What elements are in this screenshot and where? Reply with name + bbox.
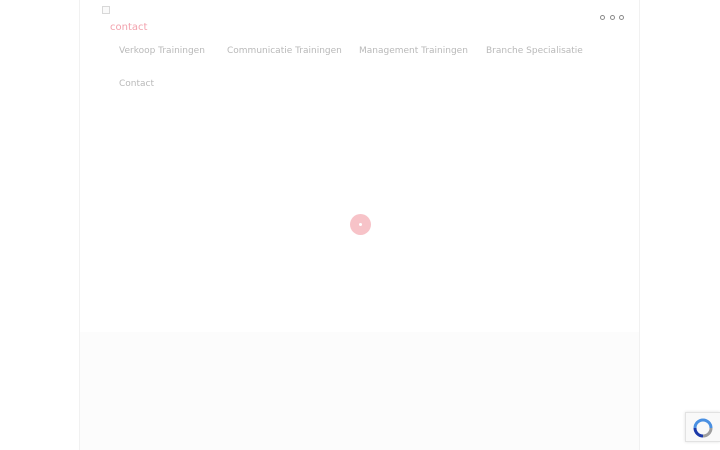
nav-item-branche-specialisatie[interactable]: Branche Specialisatie [486,45,583,57]
nav-item-management-trainingen[interactable]: Management Trainingen [359,45,468,57]
recaptcha-icon [693,418,713,438]
logo-alt-text: contact [110,22,148,33]
nav-item-verkoop-trainingen[interactable]: Verkoop Trainingen [119,45,205,57]
menu-button[interactable] [600,11,624,23]
site-logo[interactable]: contact [102,6,162,33]
menu-dot-icon [600,14,605,20]
footer-area [80,332,639,450]
nav-item-communicatie-trainingen[interactable]: Communicatie Trainingen [227,45,342,57]
recaptcha-badge[interactable] [685,412,720,442]
menu-dot-icon [609,14,615,20]
page-container: contact Verkoop Trainingen Communicatie … [79,0,640,450]
broken-image-icon [102,6,110,14]
menu-dot-icon [619,14,624,20]
nav-item-contact[interactable]: Contact [119,78,154,90]
loading-spinner-icon [350,214,371,235]
